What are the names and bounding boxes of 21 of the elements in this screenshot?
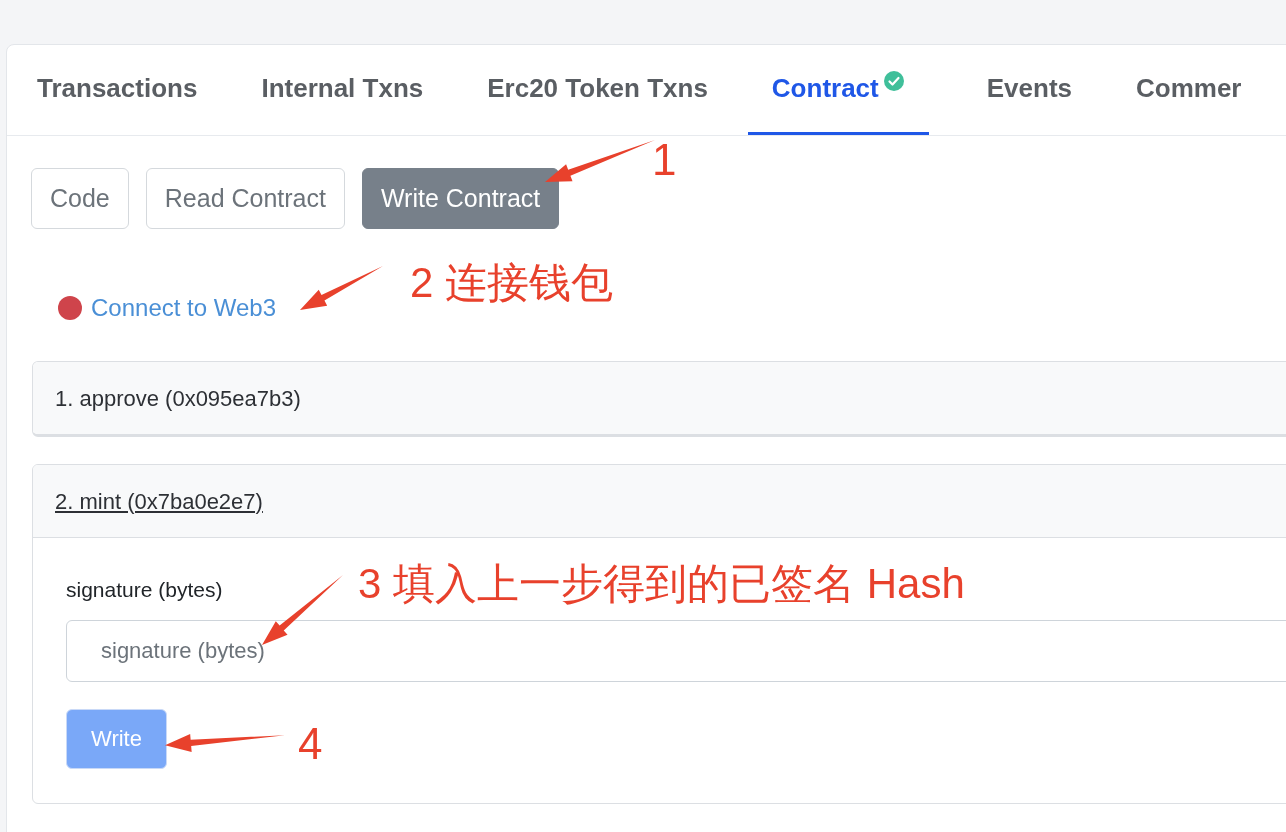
tab[interactable]: Commer (1130, 45, 1248, 135)
tab[interactable]: Erc20 Token Txns (481, 45, 714, 135)
annotation-label: 2 连接钱包 (410, 262, 614, 304)
check-badge-icon (882, 69, 905, 92)
method-header[interactable]: 1. approve (0x095ea7b3) (33, 362, 1286, 434)
contract-tab-button[interactable]: Write Contract (361, 168, 560, 229)
tab[interactable]: Contract (747, 45, 929, 135)
annotation-label: 4 (298, 722, 323, 766)
input-field[interactable]: signature (bytes) (66, 619, 1286, 682)
tab[interactable]: Internal Txns (255, 45, 430, 135)
tab[interactable]: Transactions (31, 45, 204, 135)
connect-link[interactable]: Connect to Web3 (91, 290, 276, 326)
method-header[interactable]: 2. mint (0x7ba0e2e7) (33, 465, 1286, 537)
annotation-label: 3 填入上一步得到的已签名 Hash (358, 563, 965, 605)
tab[interactable]: Events (980, 45, 1078, 135)
input-label: signature (bytes) (66, 577, 223, 603)
method-title[interactable]: 2. mint (0x7ba0e2e7) (55, 484, 263, 518)
annotation-label: 1 (652, 138, 677, 182)
method-title[interactable]: 1. approve (0x095ea7b3) (55, 381, 301, 415)
contract-tab-button[interactable]: Read Contract (145, 168, 345, 229)
contract-tab-button[interactable]: Code (31, 168, 129, 229)
